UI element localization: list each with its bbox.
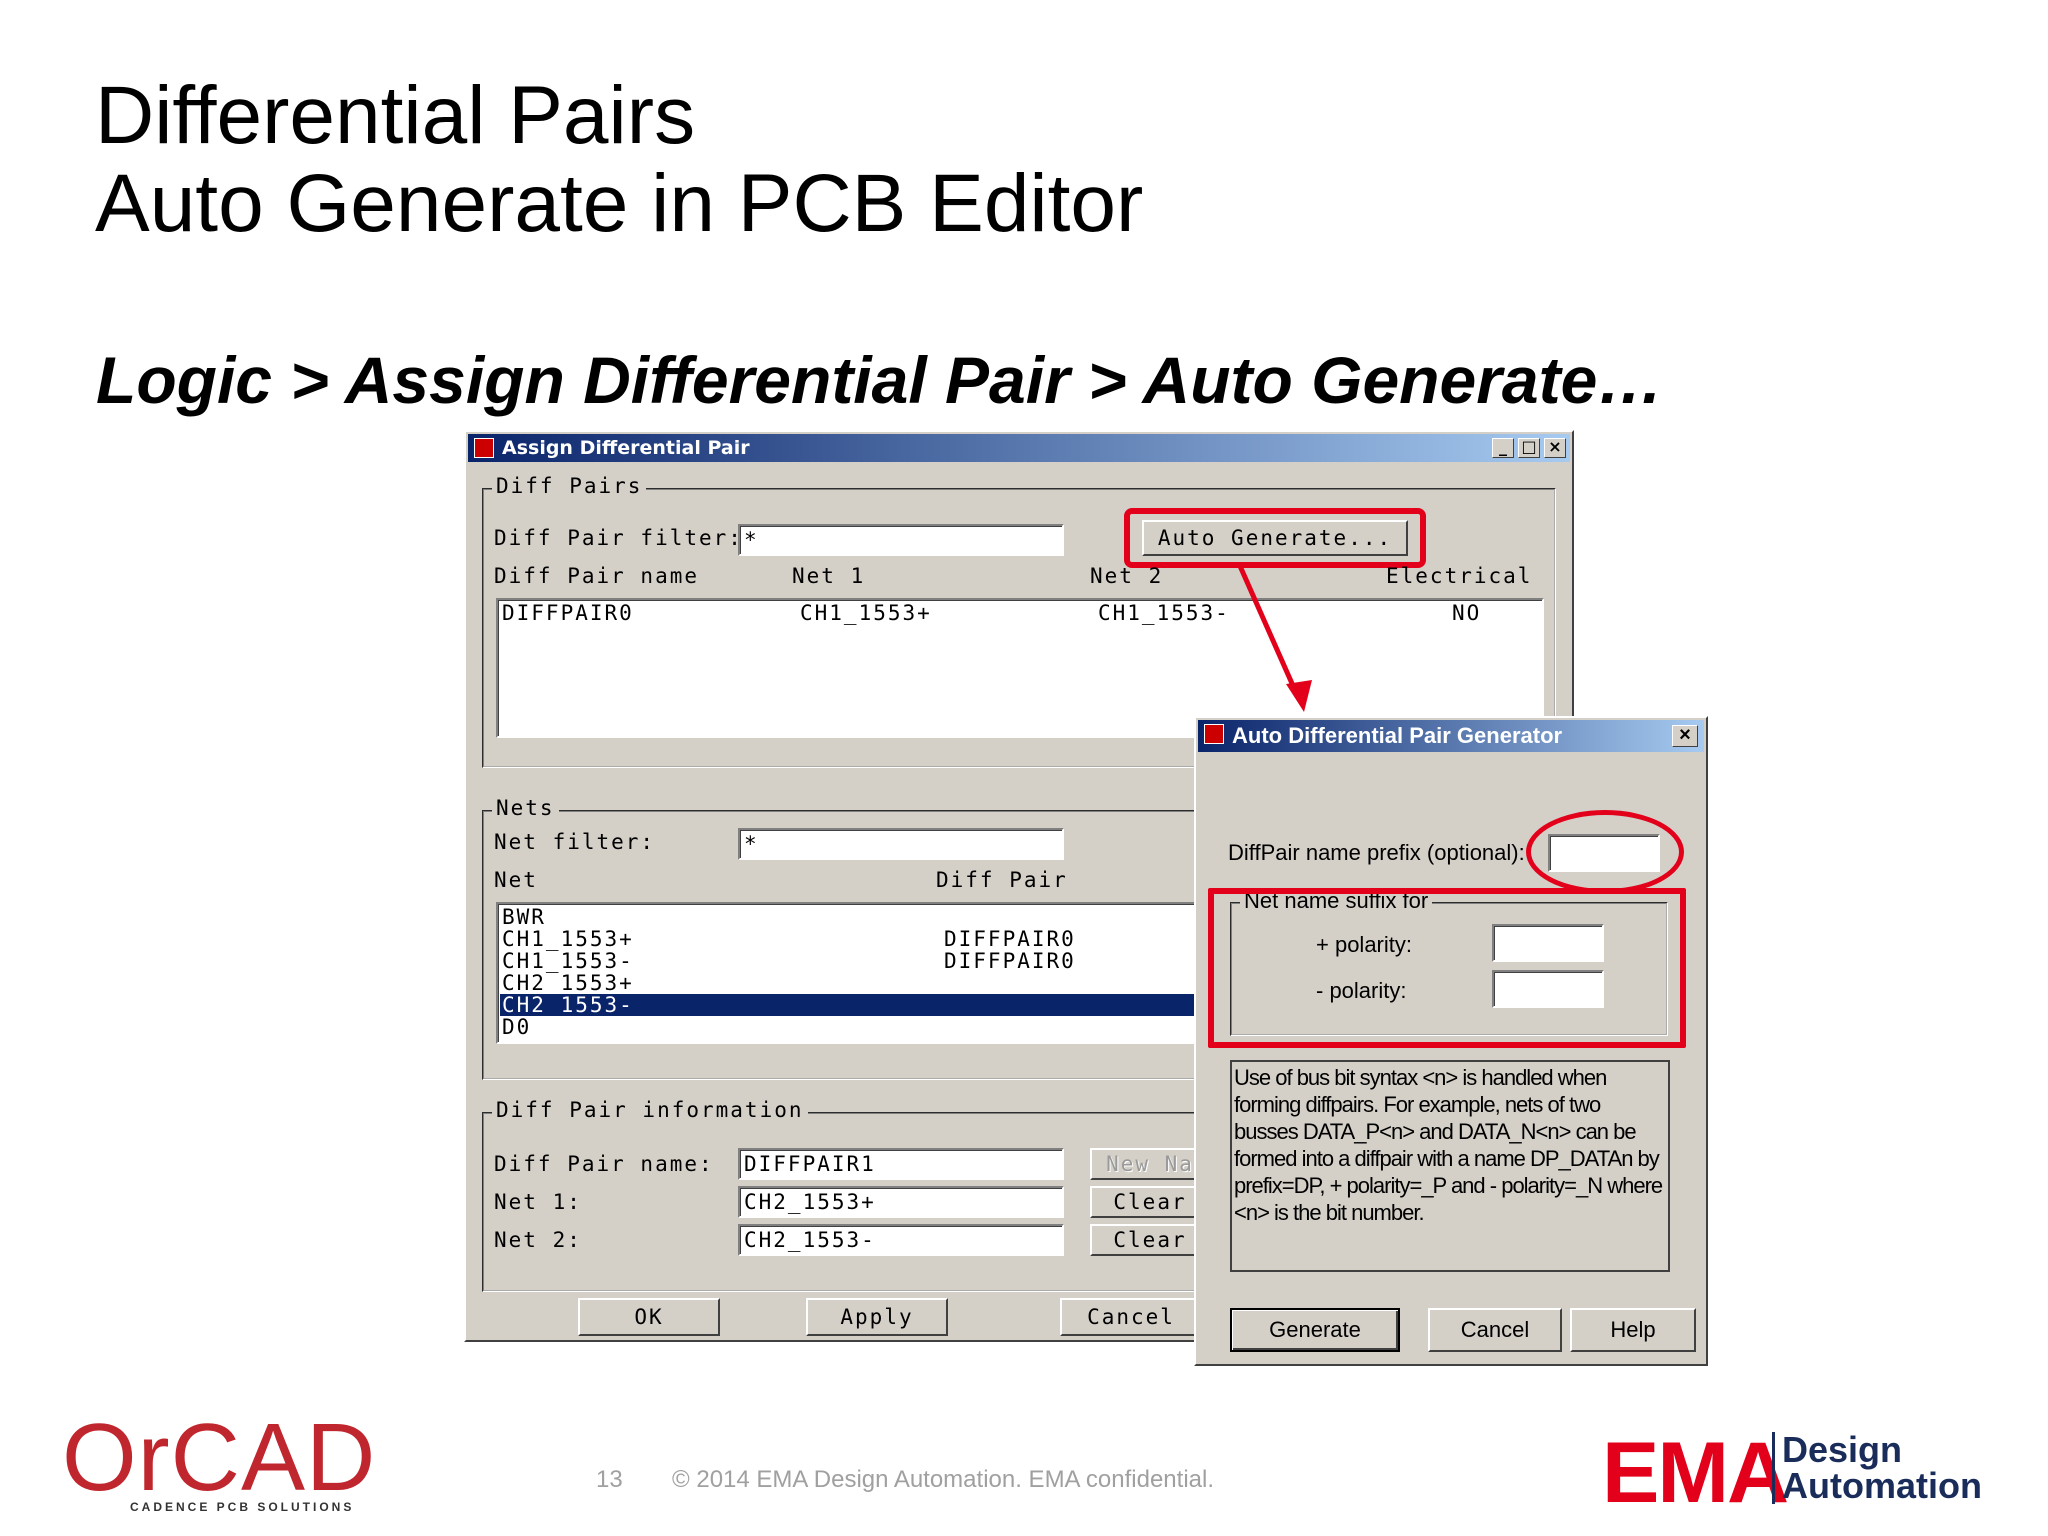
ema-logo-line-1: Design [1782,1429,1903,1470]
title-line-2: Auto Generate in PCB Editor [95,158,1144,249]
net-row[interactable]: D0 [502,1016,531,1038]
net-name: CH1_1553- [502,949,634,973]
copyright-text: © 2014 EMA Design Automation. EMA confid… [672,1466,1214,1493]
auto-dialog-titlebar: Auto Differential Pair Generator × [1198,720,1704,752]
diff-pair-info-group-label: Diff Pair information [492,1098,808,1122]
auto-diff-pair-generator-dialog: Auto Differential Pair Generator × DiffP… [1194,716,1708,1366]
col-net-1: Net 1 [792,564,866,588]
slide-title: Differential Pairs Auto Generate in PCB … [95,72,1143,248]
generate-button[interactable]: Generate [1230,1308,1400,1352]
net-row[interactable]: BWR [502,906,546,928]
orcad-logo: OrCAD [62,1404,377,1511]
net-filter-input[interactable]: * [738,828,1064,860]
auto-dialog-title: Auto Differential Pair Generator [1232,723,1563,748]
pair-net2: CH1_1553- [1098,601,1230,625]
assign-dialog-title: Assign Differential Pair [502,437,750,459]
pair-electrical: NO [1452,601,1482,625]
info-net2-label: Net 2: [494,1228,582,1252]
net-row[interactable]: CH1_1553- DIFFPAIR0 [502,949,1074,973]
orcad-tagline: CADENCE PCB SOLUTIONS [130,1500,355,1514]
generate-cancel-button[interactable]: Cancel [1428,1308,1562,1352]
pair-name: DIFFPAIR0 [502,601,634,625]
clear-net1-button[interactable]: Clear [1090,1186,1210,1218]
pointer-arrow [1237,564,1312,712]
apply-button[interactable]: Apply [806,1298,948,1336]
net-row[interactable]: CH1_1553+ DIFFPAIR0 [502,927,1074,951]
assign-dialog-titlebar: Assign Differential Pair _ □ × [468,434,1570,462]
ok-button[interactable]: OK [578,1298,720,1336]
col-electrical: Electrical [1386,564,1533,588]
col-diff-pair-name: Diff Pair name [494,564,700,588]
menu-path-subtitle: Logic > Assign Differential Pair > Auto … [96,343,1664,417]
diff-pair-filter-input[interactable]: * [738,524,1064,556]
ema-logo-divider [1772,1432,1775,1504]
cancel-button[interactable]: Cancel [1060,1298,1202,1336]
nets-group-label: Nets [492,796,559,820]
info-name-field[interactable]: DIFFPAIR1 [738,1148,1064,1180]
diff-pair-row[interactable]: DIFFPAIR0 CH1_1553+ CH1_1553- NO [502,602,1542,624]
new-name-button[interactable]: New Na [1090,1148,1210,1180]
ema-logo-line-2: Automation [1782,1465,1982,1506]
ema-logo-text: Design Automation [1782,1432,1982,1504]
col-net-2: Net 2 [1090,564,1164,588]
app-icon [474,438,494,458]
clear-net2-button[interactable]: Clear [1090,1224,1210,1256]
help-button[interactable]: Help [1570,1308,1696,1352]
net-pair: DIFFPAIR0 [944,949,1076,973]
close-icon[interactable]: × [1672,725,1698,747]
net-name: CH2_1553- [502,993,634,1017]
minimize-icon[interactable]: _ [1492,438,1514,458]
col-diff-pair: Diff Pair [936,868,1068,892]
help-text: Use of bus bit syntax <n> is handled whe… [1234,1065,1663,1225]
net-filter-label: Net filter: [494,830,656,854]
diff-pairs-group-label: Diff Pairs [492,474,647,498]
pair-net1: CH1_1553+ [800,601,932,625]
net-name: CH1_1553+ [502,927,634,951]
net-name: CH2_1553+ [502,971,634,995]
prefix-label: DiffPair name prefix (optional): [1228,840,1525,865]
net-name: D0 [502,1015,532,1039]
maximize-icon[interactable]: □ [1518,438,1540,458]
info-net1-label: Net 1: [494,1190,582,1214]
info-net2-field[interactable]: CH2_1553- [738,1224,1064,1256]
close-icon[interactable]: × [1544,438,1566,458]
info-name-label: Diff Pair name: [494,1152,714,1176]
net-pair: DIFFPAIR0 [944,927,1076,951]
suffix-highlight [1208,888,1686,1048]
help-text-box: Use of bus bit syntax <n> is handled whe… [1230,1060,1670,1272]
auto-generate-highlight [1124,508,1426,568]
ema-logo-mark: EMA [1602,1425,1789,1521]
net-name: BWR [502,905,546,929]
net-row[interactable]: CH2_1553+ [502,972,634,994]
col-net: Net [494,868,538,892]
app-icon [1204,724,1224,744]
diff-pair-filter-label: Diff Pair filter: [494,526,743,550]
title-line-1: Differential Pairs [95,70,696,161]
info-net1-field[interactable]: CH2_1553+ [738,1186,1064,1218]
prefix-highlight [1526,810,1684,894]
page-number: 13 [596,1466,623,1493]
